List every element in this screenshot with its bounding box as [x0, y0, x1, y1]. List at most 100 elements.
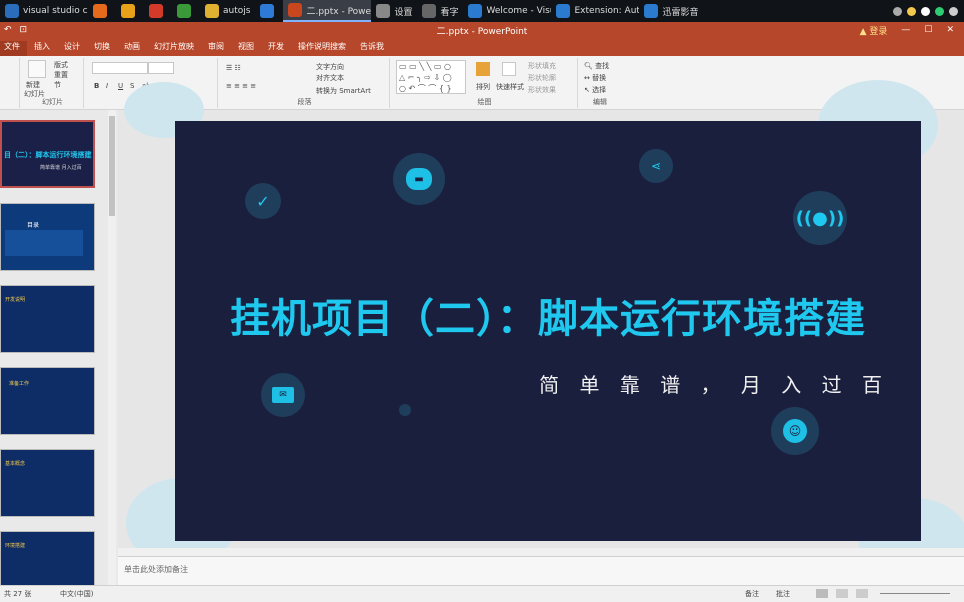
tab-developer[interactable]: 开发 [261, 41, 291, 56]
zoom-slider[interactable] [880, 593, 950, 594]
shapes-gallery[interactable]: ▭ ▭ ╲ ╲ ▭ ○ △ ⌐ ╮ ⇨ ⇩ ◯ ○ ↶ ⌒ ⌒ { } [396, 60, 466, 94]
notes-button[interactable]: 备注 [745, 589, 759, 599]
editing-group: 🔍︎ 查找 ↔ 替换 ↖ 选择 编辑 [580, 58, 620, 108]
thumbnails-scrollbar[interactable] [108, 110, 116, 585]
taskbar-item[interactable]: visual studio cod... [0, 0, 88, 22]
taskbar-item-label: 设置 [394, 7, 413, 18]
taskbar-item[interactable] [172, 0, 200, 22]
tab-search-help[interactable]: 操作说明搜索 [291, 41, 353, 56]
shadow-button[interactable]: S [130, 82, 134, 90]
smartart-button[interactable]: 转换为 SmartArt [316, 86, 371, 96]
taskbar-item[interactable] [255, 0, 283, 22]
font-name-input[interactable] [92, 62, 148, 74]
font-size-input[interactable] [148, 62, 174, 74]
chevron-up-icon[interactable] [893, 6, 902, 16]
tab-view[interactable]: 视图 [231, 41, 261, 56]
clipboard-group [0, 58, 20, 108]
slide-thumbnail-1[interactable]: 目（二）：脚本运行环境搭建 简单靠谱 月入过百 [0, 120, 95, 188]
paragraph-group-label: 段落 [297, 98, 312, 106]
taskbar-item[interactable]: 迅雷影音 [639, 0, 703, 22]
smile-icon: ☺ [771, 407, 819, 455]
tab-animations[interactable]: 动画 [117, 41, 147, 56]
taskbar-item[interactable] [116, 0, 144, 22]
minimize-button[interactable]: — [901, 25, 910, 35]
bullets-button[interactable]: ☰ ☷ [226, 64, 241, 72]
taskbar-item[interactable] [88, 0, 116, 22]
taskbar-item[interactable]: 看字 [417, 0, 463, 22]
notes-pane[interactable]: 单击此处添加备注 [118, 556, 964, 585]
current-slide[interactable]: ✓ ▬ ⋖ ((●)) ✉ ☺ 挂机项目（二）：脚本运行环境搭建 简 单 靠 谱… [175, 121, 921, 541]
chat-icon: ▬ [393, 153, 445, 205]
shape-fill-button[interactable]: 形状填充 [528, 61, 556, 71]
slide-thumbnail-2[interactable]: 目录 [0, 203, 95, 271]
quick-styles-icon[interactable] [502, 62, 516, 76]
powerpoint-titlebar: ↶ ⊡ 二.pptx - PowerPoint ▲ 登录 — ☐ ✕ [0, 22, 964, 38]
align-buttons[interactable]: ≡ ≡ ≡ ≡ [226, 82, 256, 90]
tab-file[interactable]: 文件 [0, 41, 27, 56]
taskbar-item[interactable] [144, 0, 172, 22]
app-icon [177, 4, 191, 18]
taskbar-item[interactable]: Extension: Auto.js... [551, 0, 639, 22]
taskbar-item-label: autojs [223, 6, 251, 16]
arrange-icon[interactable] [476, 62, 490, 76]
tab-transitions[interactable]: 切换 [87, 41, 117, 56]
dot-icon [399, 404, 411, 416]
slide-subtitle[interactable]: 简 单 靠 谱 ， 月 入 过 百 [539, 369, 889, 398]
shape-effects-button[interactable]: 形状效果 [528, 85, 556, 95]
volume-icon[interactable] [949, 6, 958, 16]
tab-tell-me[interactable]: 告诉我 [353, 41, 391, 56]
underline-button[interactable]: U [118, 82, 123, 90]
slide-thumbnail-3[interactable]: 开发说明 [0, 285, 95, 353]
shape-outline-button[interactable]: 形状轮廓 [528, 73, 556, 83]
text-direction-button[interactable]: 文字方向 [316, 62, 344, 72]
close-button[interactable]: ✕ [946, 25, 954, 35]
reading-view-icon[interactable] [856, 589, 868, 598]
status-icon[interactable] [907, 6, 916, 16]
quick-styles-button[interactable]: 快速样式 [496, 82, 524, 92]
normal-view-icon[interactable] [816, 589, 828, 598]
slide-thumbnail-5[interactable]: 基本概念 [0, 449, 95, 517]
editing-group-label: 编辑 [593, 98, 607, 106]
layout-button[interactable]: 版式 [54, 60, 68, 70]
wifi-icon[interactable] [935, 6, 944, 16]
windows-taskbar: visual studio cod... autojs 二.pptx - Power… [0, 0, 964, 22]
comments-button[interactable]: 批注 [776, 589, 790, 599]
tab-review[interactable]: 审阅 [201, 41, 231, 56]
taskbar-item[interactable]: 设置 [371, 0, 417, 22]
slide-title[interactable]: 挂机项目（二）：脚本运行环境搭建 [175, 286, 921, 344]
status-bar: 共 27 张 中文(中国) 备注 批注 [0, 585, 964, 602]
taskbar-item[interactable]: 二.pptx - PowerP... [283, 0, 372, 22]
new-slide-icon[interactable] [28, 60, 46, 78]
maximize-button[interactable]: ☐ [924, 25, 932, 35]
canvas-scrollbar[interactable] [118, 548, 964, 556]
tab-insert[interactable]: 插入 [27, 41, 57, 56]
notes-placeholder: 单击此处添加备注 [124, 565, 188, 574]
app-icon [422, 4, 437, 18]
italic-button[interactable]: I [106, 82, 108, 90]
find-button[interactable]: 🔍︎ 查找 [584, 61, 609, 71]
taskbar-item[interactable]: autojs [200, 0, 255, 22]
sign-in-warning[interactable]: ▲ 登录 [860, 24, 888, 37]
taskbar-item-label: 迅雷影音 [662, 7, 699, 18]
thumb-title: 基本概念 [5, 461, 26, 467]
tab-design[interactable]: 设计 [57, 41, 87, 56]
section-button[interactable]: 节 [54, 80, 61, 90]
sorter-view-icon[interactable] [836, 589, 848, 598]
align-text-button[interactable]: 对齐文本 [316, 73, 344, 83]
slide-thumbnail-4[interactable]: 准备工作 [0, 367, 95, 435]
check-icon: ✓ [245, 183, 281, 219]
taskbar-item[interactable]: Welcome - Visual... [463, 0, 551, 22]
bold-button[interactable]: B [94, 82, 99, 90]
thumb-subtitle: 简单靠谱 月入过百 [40, 165, 82, 171]
slide-count: 共 27 张 [4, 590, 32, 598]
broadcast-icon: ((●)) [793, 191, 847, 245]
arrange-button[interactable]: 排列 [476, 82, 490, 92]
app-icon [260, 4, 275, 18]
select-button[interactable]: ↖ 选择 [584, 85, 606, 95]
replace-button[interactable]: ↔ 替换 [584, 73, 606, 83]
reset-button[interactable]: 重置 [54, 70, 68, 80]
network-icon[interactable] [921, 6, 930, 16]
window-title: 二.pptx - PowerPoint [436, 26, 528, 37]
tab-slideshow[interactable]: 幻灯片放映 [147, 41, 201, 56]
mail-icon: ✉ [261, 373, 305, 417]
